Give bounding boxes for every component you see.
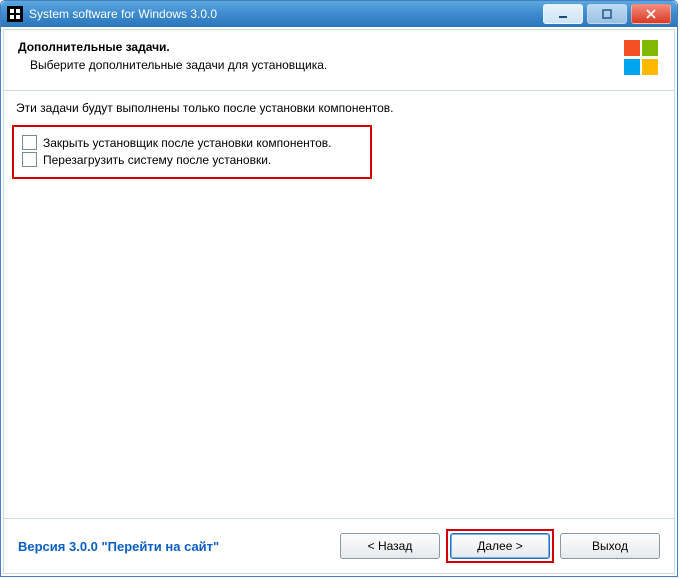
header-heading: Дополнительные задачи. xyxy=(18,40,616,54)
exit-button[interactable]: Выход xyxy=(560,533,660,559)
minimize-button[interactable] xyxy=(543,4,583,24)
close-button[interactable] xyxy=(631,4,671,24)
client-area: Дополнительные задачи. Выберите дополнит… xyxy=(3,29,675,574)
wizard-footer: Версия 3.0.0 "Перейти на сайт" < Назад Д… xyxy=(4,518,674,573)
next-button[interactable]: Далее > xyxy=(450,533,550,559)
next-button-highlight: Далее > xyxy=(446,529,554,563)
wizard-body: Эти задачи будут выполнены только после … xyxy=(4,91,674,518)
window-title: System software for Windows 3.0.0 xyxy=(29,7,217,21)
checkbox-reboot-after-install[interactable]: Перезагрузить систему после установки. xyxy=(22,152,362,167)
version-link[interactable]: Версия 3.0.0 "Перейти на сайт" xyxy=(18,539,219,554)
checkbox-icon xyxy=(22,152,37,167)
maximize-button[interactable] xyxy=(587,4,627,24)
checkbox-icon xyxy=(22,135,37,150)
tasks-highlight-box: Закрыть установщик после установки компо… xyxy=(12,125,372,179)
checkbox-label: Закрыть установщик после установки компо… xyxy=(43,136,332,150)
checkbox-label: Перезагрузить систему после установки. xyxy=(43,153,271,167)
app-icon xyxy=(7,6,23,22)
titlebar: System software for Windows 3.0.0 xyxy=(1,1,677,27)
installer-window: System software for Windows 3.0.0 Дополн… xyxy=(0,0,678,577)
window-controls xyxy=(541,4,677,24)
windows-logo-icon xyxy=(624,40,660,76)
info-text: Эти задачи будут выполнены только после … xyxy=(16,101,666,115)
wizard-header: Дополнительные задачи. Выберите дополнит… xyxy=(4,30,674,91)
checkbox-close-after-install[interactable]: Закрыть установщик после установки компо… xyxy=(22,135,362,150)
back-button[interactable]: < Назад xyxy=(340,533,440,559)
header-subtext: Выберите дополнительные задачи для устан… xyxy=(18,58,616,72)
